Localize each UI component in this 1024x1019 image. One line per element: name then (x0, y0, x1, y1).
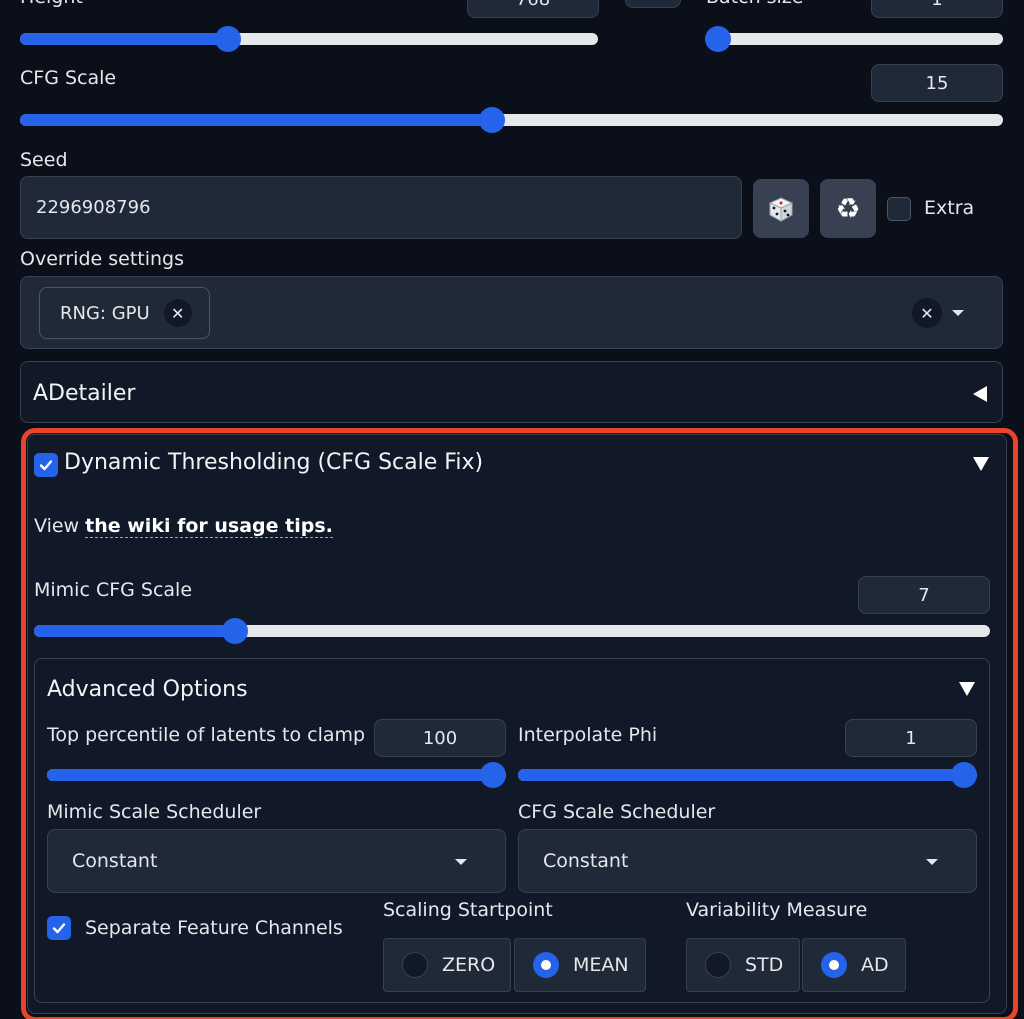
cfg-scale-input[interactable]: 15 (871, 64, 1003, 102)
mimic-cfg-slider-thumb[interactable] (221, 618, 248, 644)
dynamic-thresholding-title[interactable]: Dynamic Thresholding (CFG Scale Fix) (64, 450, 483, 475)
chevron-down-icon (455, 859, 467, 865)
interpolate-phi-label: Interpolate Phi (518, 724, 658, 746)
variability-std-label: STD (745, 954, 784, 976)
mimic-scheduler-label: Mimic Scale Scheduler (47, 801, 262, 823)
cfg-scheduler-label: CFG Scale Scheduler (518, 801, 716, 823)
interpolate-phi-input[interactable]: 1 (845, 719, 977, 757)
variability-measure-label: Variability Measure (686, 899, 868, 921)
wiki-prefix: View (34, 515, 80, 537)
scaling-zero-option[interactable]: ZERO (383, 938, 511, 992)
separate-channels-checkbox[interactable] (47, 916, 71, 940)
collapse-triangle-icon[interactable] (959, 682, 975, 696)
override-settings-multiselect[interactable]: RNG: GPU ✕ ✕ (20, 276, 1003, 349)
cfg-scale-label: CFG Scale (20, 67, 117, 89)
top-percentile-slider-thumb[interactable] (480, 762, 506, 788)
swap-dimensions-button[interactable] (625, 0, 681, 8)
cfg-scale-slider-fill (20, 114, 492, 126)
mimic-cfg-slider[interactable] (34, 618, 990, 644)
variability-ad-option[interactable]: AD (802, 938, 906, 992)
chevron-down-icon (926, 859, 938, 865)
variability-ad-label: AD (861, 954, 889, 976)
override-tag-label: RNG: GPU (60, 302, 150, 324)
cfg-scheduler-select[interactable]: Constant (518, 829, 977, 893)
seed-label: Seed (20, 149, 68, 171)
mimic-cfg-input[interactable]: 7 (858, 576, 990, 614)
height-input[interactable]: 768 (467, 0, 599, 18)
remove-tag-icon[interactable]: ✕ (163, 299, 192, 327)
reuse-seed-button[interactable]: ♻ (820, 179, 876, 238)
adetailer-accordion[interactable]: ADetailer (20, 361, 1003, 423)
cfg-scale-slider-thumb[interactable] (478, 107, 505, 133)
batch-size-slider-thumb[interactable] (705, 26, 731, 52)
batch-size-slider[interactable] (705, 26, 1003, 52)
check-icon (39, 460, 53, 471)
seed-value: 2296908796 (36, 197, 151, 218)
extra-checkbox[interactable] (887, 197, 911, 221)
dynamic-thresholding-panel: Dynamic Thresholding (CFG Scale Fix) Vie… (27, 434, 1007, 1014)
interpolate-phi-slider-thumb[interactable] (951, 762, 977, 788)
collapse-triangle-icon (973, 386, 987, 402)
top-percentile-slider-fill (47, 769, 493, 781)
check-icon (52, 923, 66, 934)
cfg-scheduler-value: Constant (543, 850, 629, 872)
height-slider-thumb[interactable] (215, 26, 242, 52)
collapse-triangle-icon[interactable] (973, 457, 989, 471)
radio-icon (705, 952, 731, 978)
mimic-scheduler-value: Constant (72, 850, 158, 872)
radio-selected-icon (533, 952, 559, 978)
batch-size-input[interactable]: 1 (871, 0, 1003, 18)
scaling-mean-label: MEAN (573, 954, 629, 976)
recycle-icon: ♻ (835, 191, 861, 225)
override-settings-label: Override settings (20, 248, 185, 270)
height-slider[interactable] (20, 26, 598, 52)
top-percentile-label: Top percentile of latents to clamp (47, 724, 366, 746)
interpolate-phi-slider[interactable] (518, 762, 977, 788)
advanced-options-title[interactable]: Advanced Options (47, 677, 248, 702)
wiki-text: View the wiki for usage tips. (34, 515, 333, 538)
scaling-zero-label: ZERO (442, 954, 496, 976)
clear-all-icon[interactable]: ✕ (912, 298, 942, 328)
separate-channels-label: Separate Feature Channels (85, 917, 343, 939)
top-percentile-slider[interactable] (47, 762, 506, 788)
extra-label: Extra (924, 197, 975, 219)
interpolate-phi-slider-fill (518, 769, 964, 781)
radio-selected-icon (821, 952, 847, 978)
height-label: Height (20, 0, 83, 8)
dice-icon (768, 196, 794, 222)
batch-size-label: Batch size (706, 0, 804, 8)
radio-icon (402, 952, 428, 978)
random-seed-button[interactable] (753, 179, 809, 238)
seed-input[interactable]: 2296908796 (20, 176, 742, 239)
variability-std-option[interactable]: STD (686, 938, 800, 992)
top-percentile-input[interactable]: 100 (374, 719, 506, 757)
adetailer-title: ADetailer (33, 381, 136, 406)
mimic-scheduler-select[interactable]: Constant (47, 829, 506, 893)
scaling-startpoint-label: Scaling Startpoint (383, 899, 553, 921)
override-tag: RNG: GPU ✕ (39, 287, 210, 339)
cfg-scale-slider[interactable] (20, 107, 1003, 133)
mimic-cfg-label: Mimic CFG Scale (34, 579, 193, 601)
height-slider-fill (20, 33, 229, 45)
mimic-cfg-slider-fill (34, 625, 235, 637)
chevron-down-icon[interactable] (952, 310, 964, 316)
advanced-options-panel: Advanced Options Top percentile of laten… (34, 658, 990, 1003)
scaling-mean-option[interactable]: MEAN (514, 938, 646, 992)
dynamic-thresholding-checkbox[interactable] (34, 453, 58, 477)
wiki-link[interactable]: the wiki for usage tips. (85, 515, 333, 538)
